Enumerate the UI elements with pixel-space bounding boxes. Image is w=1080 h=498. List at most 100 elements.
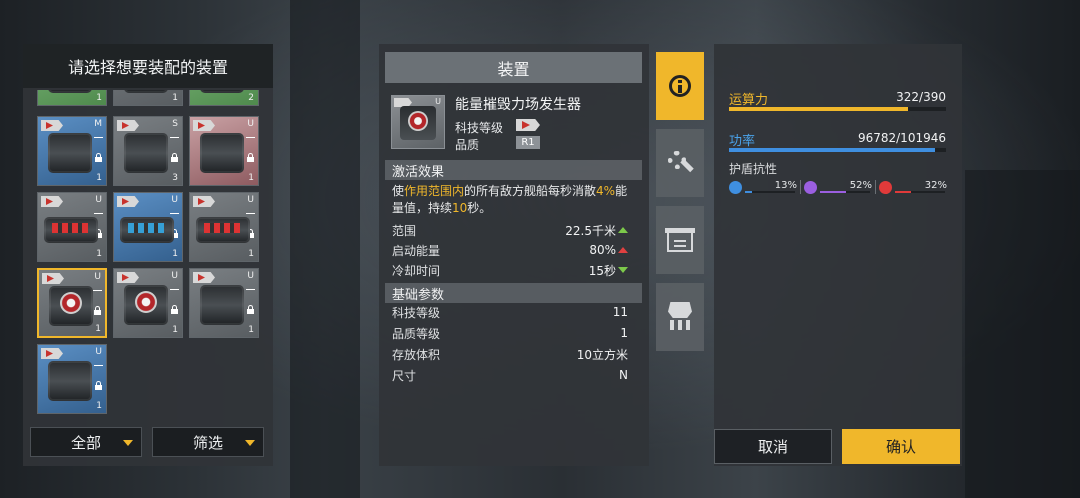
tech-level-icon — [193, 120, 215, 131]
divider — [875, 180, 876, 194]
device-count: 1 — [248, 249, 254, 259]
detail-title: 装置 — [385, 52, 642, 83]
arrow-up-icon — [618, 227, 628, 233]
device-slot[interactable]: U 1 — [37, 192, 107, 262]
gear-wrench-icon — [666, 149, 694, 177]
device-grade: U — [171, 195, 178, 205]
tech-level-icon — [41, 196, 63, 207]
device-count: 1 — [172, 249, 178, 259]
filter-all-dropdown[interactable]: 全部 — [30, 427, 142, 457]
quality-label: 品质 — [455, 138, 480, 152]
device-count: 1 — [248, 325, 254, 335]
device-grid[interactable]: 1 1 2 M 1 S 3 U 1 U 1 U 1 U 1 U 1 U 1 U … — [31, 90, 265, 416]
device-image — [124, 90, 168, 93]
activation-effect-header: 激活效果 — [385, 160, 642, 180]
device-slot[interactable]: U 1 — [189, 192, 259, 262]
param-value: 1 — [620, 326, 628, 340]
param-label: 品质等级 — [392, 326, 441, 341]
param-row-storage-volume: 存放体积 10立方米 — [392, 345, 628, 363]
device-count: 1 — [248, 173, 254, 183]
device-slot[interactable]: 1 — [113, 90, 183, 106]
device-image — [124, 133, 168, 173]
tech-level-icon — [117, 196, 139, 207]
device-count: 3 — [172, 173, 178, 183]
device-image — [48, 90, 92, 93]
device-image — [400, 106, 436, 140]
device-slot[interactable]: M 1 — [37, 116, 107, 186]
tab-list[interactable] — [656, 206, 704, 274]
resistance-fill — [820, 191, 846, 193]
device-slot[interactable]: U 1 — [189, 268, 259, 338]
device-image — [120, 217, 174, 243]
device-slot[interactable]: U 1 — [189, 116, 259, 186]
stat-label: 范围 — [392, 223, 417, 238]
device-image — [200, 90, 244, 93]
device-slot-selected[interactable]: U 1 — [37, 268, 107, 338]
resistance-bar — [745, 191, 795, 193]
device-grade: U — [95, 347, 102, 357]
effect-text-part: 的所有敌方舰船每秒消散 — [464, 184, 597, 198]
device-slot[interactable]: U 1 — [37, 344, 107, 414]
device-slot[interactable]: U 1 — [113, 192, 183, 262]
list-icon — [665, 228, 695, 252]
device-detail-panel: 装置 U 能量摧毁力场发生器 科技等级 品质 R1 激活效果 使作用范围内的所有… — [379, 44, 649, 466]
lock-icon — [246, 305, 255, 314]
link-icon — [170, 137, 179, 138]
info-icon — [669, 75, 691, 97]
device-count: 1 — [95, 324, 101, 334]
param-label: 科技等级 — [392, 305, 441, 320]
device-count: 2 — [248, 93, 254, 103]
device-grade: U — [171, 271, 178, 281]
device-grade: M — [94, 119, 102, 129]
tech-level-icon — [193, 272, 215, 283]
link-icon — [246, 213, 255, 214]
stat-row-startup-energy: 启动能量 80% — [392, 241, 628, 259]
device-grade: U — [435, 97, 441, 106]
resistance-energy: 52% — [804, 180, 872, 196]
device-grade: U — [94, 272, 101, 282]
lock-icon — [94, 153, 103, 162]
device-count: 1 — [96, 93, 102, 103]
device-image — [200, 133, 244, 173]
tech-level-icon — [117, 120, 139, 131]
link-icon — [170, 213, 179, 214]
confirm-button[interactable]: 确认 — [842, 429, 960, 464]
power-fill — [729, 148, 935, 152]
device-slot[interactable]: 2 — [189, 90, 259, 106]
tech-level-icon — [193, 196, 215, 207]
resistance-bar — [820, 191, 870, 193]
link-icon — [94, 137, 103, 138]
device-slot[interactable]: S 3 — [113, 116, 183, 186]
link-icon — [246, 289, 255, 290]
stat-row-cooldown: 冷却时间 15秒 — [392, 261, 628, 279]
device-image — [200, 285, 244, 325]
device-count: 1 — [172, 325, 178, 335]
lock-icon — [94, 381, 103, 390]
resistance-fill — [745, 191, 752, 193]
device-image — [124, 285, 168, 325]
arrow-down-icon — [618, 267, 628, 273]
filter-label: 筛选 — [192, 433, 223, 452]
link-icon — [93, 290, 102, 291]
caret-down-icon — [245, 440, 255, 446]
effect-highlight-percent: 4% — [596, 184, 616, 198]
tab-ship[interactable] — [656, 283, 704, 351]
ship-stats-panel: 运算力 322/390 功率 96782/101946 护盾抗性 13% 52%… — [714, 44, 962, 466]
device-count: 1 — [96, 173, 102, 183]
device-grade: U — [247, 119, 254, 129]
effect-highlight-range: 作用范围内 — [404, 184, 465, 198]
param-value: N — [619, 368, 628, 382]
resistance-value: 32% — [924, 180, 947, 191]
param-row-quality-level: 品质等级 1 — [392, 324, 628, 342]
cancel-button[interactable]: 取消 — [714, 429, 832, 464]
tab-info[interactable] — [656, 52, 704, 120]
tab-modules[interactable] — [656, 129, 704, 197]
effect-highlight-duration: 10 — [452, 201, 468, 215]
device-slot[interactable]: 1 — [37, 90, 107, 106]
effect-text-part: 使 — [392, 184, 405, 198]
resistance-fire: 32% — [879, 180, 947, 196]
param-row-tech-level: 科技等级 11 — [392, 303, 628, 321]
lock-icon — [170, 305, 179, 314]
filter-dropdown[interactable]: 筛选 — [152, 427, 264, 457]
device-slot[interactable]: U 1 — [113, 268, 183, 338]
